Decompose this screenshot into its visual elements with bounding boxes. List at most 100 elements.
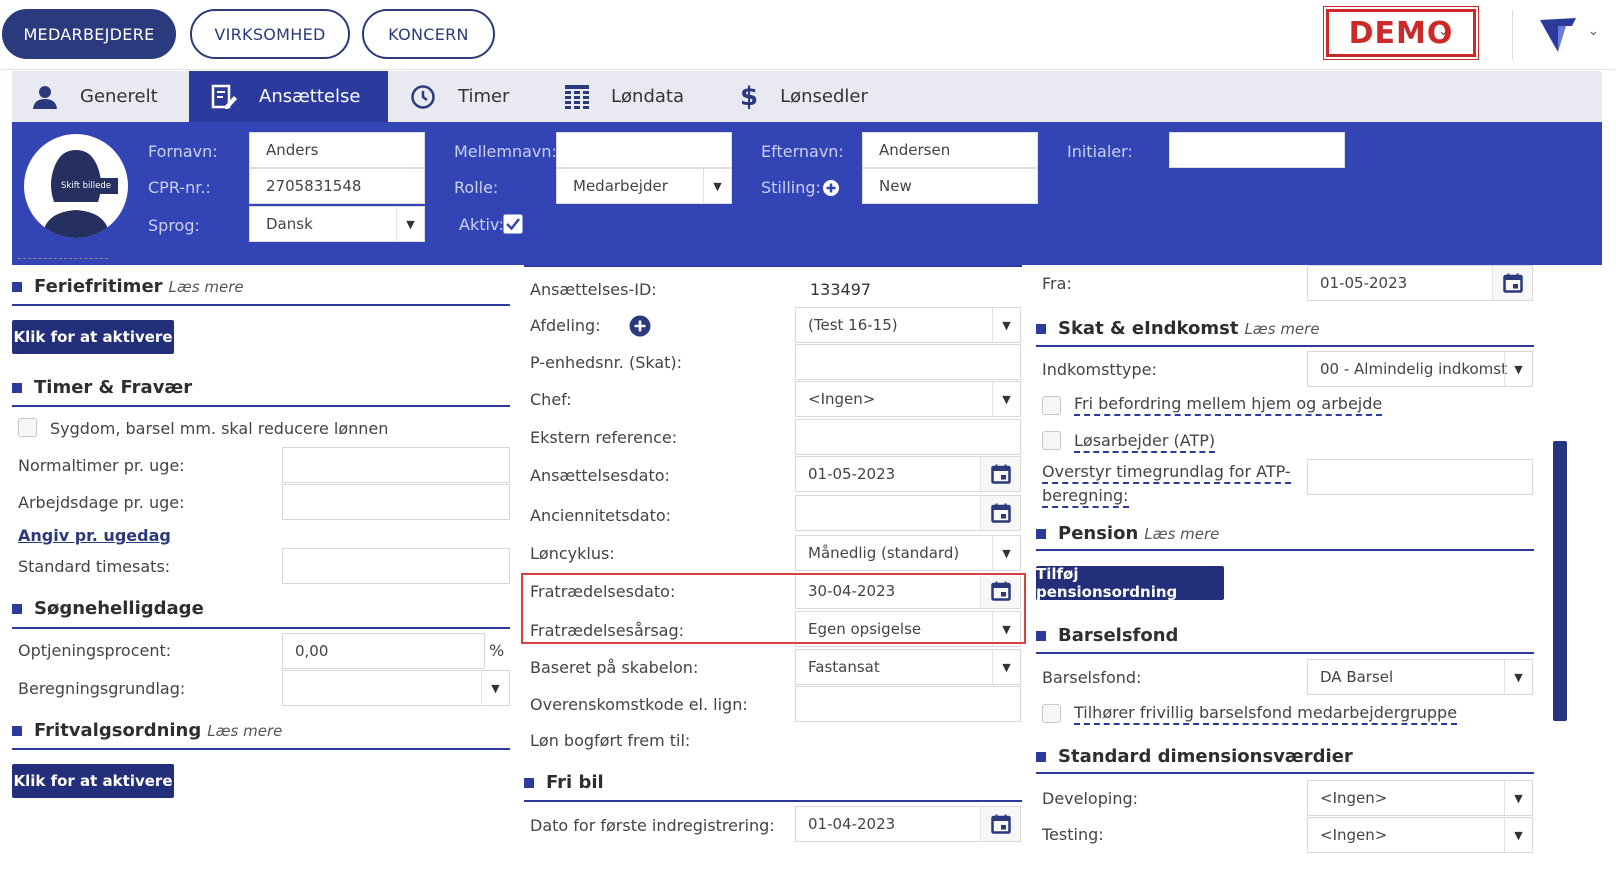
skabelon-select[interactable]: Fastansat ▼ xyxy=(795,649,1021,685)
activate-feriefritimer-button[interactable]: Klik for at aktivere xyxy=(12,320,174,354)
losarbejder-checkbox[interactable] xyxy=(1042,431,1061,450)
fri-befordring-label[interactable]: Fri befordring mellem hjem og arbejde xyxy=(1074,394,1383,416)
chevron-down-icon[interactable]: ▼ xyxy=(396,207,424,241)
chevron-down-icon[interactable]: ▼ xyxy=(1504,660,1532,694)
rolle-value: Medarbejder xyxy=(573,177,668,195)
tab-medarbejdere[interactable]: MEDARBEJDERE xyxy=(2,9,176,59)
skabelon-label: Baseret på skabelon: xyxy=(530,658,699,677)
chef-label: Chef: xyxy=(530,390,572,409)
afdeling-label: Afdeling: xyxy=(530,316,601,335)
developing-label: Developing: xyxy=(1042,789,1138,808)
optjening-label: Optjeningsprocent: xyxy=(18,641,172,660)
calendar-icon[interactable] xyxy=(980,807,1020,841)
loncyklus-select[interactable]: Månedlig (standard) ▼ xyxy=(795,535,1021,571)
chevron-down-icon[interactable]: ▼ xyxy=(992,650,1020,684)
overstyr-label-line2[interactable]: beregning: xyxy=(1042,486,1129,508)
mellemnavn-input[interactable] xyxy=(556,132,732,168)
chevron-down-icon[interactable]: ▼ xyxy=(703,169,731,203)
sygdom-checkbox[interactable] xyxy=(18,418,37,437)
cpr-input[interactable]: 2705831548 xyxy=(249,168,425,204)
arbejdsdage-input[interactable] xyxy=(282,484,510,520)
fribil-dato-input[interactable]: 01-04-2023 xyxy=(795,806,1021,842)
ansdato-input[interactable]: 01-05-2023 xyxy=(795,456,1021,492)
tilhorer-checkbox[interactable] xyxy=(1042,704,1061,723)
activate-fritvalg-button[interactable]: Klik for at aktivere xyxy=(12,764,174,798)
chevron-down-icon[interactable]: ▼ xyxy=(1504,781,1532,815)
skat-title: Skat & eIndkomst xyxy=(1058,318,1239,339)
chef-select[interactable]: <Ingen> ▼ xyxy=(795,381,1021,417)
barselsfond-value: DA Barsel xyxy=(1320,668,1394,686)
laes-mere-link[interactable]: Læs mere xyxy=(1144,525,1219,543)
fra-input[interactable]: 01-05-2023 xyxy=(1307,265,1533,301)
tab-generelt[interactable]: Generelt xyxy=(32,71,202,122)
ancdato-label: Anciennitetsdato: xyxy=(530,506,672,525)
optjening-input[interactable]: 0,00 xyxy=(282,633,485,669)
ancdato-input[interactable] xyxy=(795,495,1021,531)
calendar-icon[interactable] xyxy=(980,457,1020,491)
chevron-down-icon[interactable]: ▼ xyxy=(481,671,509,705)
laes-mere-link[interactable]: Læs mere xyxy=(169,278,244,296)
initialer-input[interactable] xyxy=(1169,132,1345,168)
penhed-input[interactable] xyxy=(795,344,1021,380)
rolle-select[interactable]: Medarbejder ▼ xyxy=(556,168,732,204)
tab-virksomhed[interactable]: VIRKSOMHED xyxy=(190,9,350,59)
section-marker xyxy=(12,604,22,614)
fra-value: 01-05-2023 xyxy=(1320,274,1408,292)
calendar-icon[interactable] xyxy=(1492,266,1532,300)
fornavn-input[interactable]: Anders xyxy=(249,132,425,168)
indkomst-select[interactable]: 00 - Almindelig indkomst ▼ xyxy=(1307,351,1533,387)
section-divider xyxy=(12,405,510,407)
ekstern-input[interactable] xyxy=(795,419,1021,455)
add-stilling-icon[interactable] xyxy=(822,179,840,197)
timesats-input[interactable] xyxy=(282,548,510,584)
normaltimer-input[interactable] xyxy=(282,447,510,483)
table-icon xyxy=(565,84,589,109)
laes-mere-link[interactable]: Læs mere xyxy=(1244,320,1319,338)
calendar-icon[interactable] xyxy=(980,496,1020,530)
company-logo-icon[interactable] xyxy=(1536,12,1580,56)
add-pension-button[interactable]: Tilføj pensionsordning xyxy=(1036,565,1224,601)
barselsfond-select[interactable]: DA Barsel ▼ xyxy=(1307,659,1533,695)
losarbejder-label[interactable]: Løsarbejder (ATP) xyxy=(1074,431,1216,453)
section-divider xyxy=(1036,652,1534,654)
stilling-input[interactable]: New xyxy=(862,168,1038,204)
chevron-down-icon[interactable]: ⌄ xyxy=(1438,24,1449,39)
demo-badge[interactable]: DEMO xyxy=(1323,6,1479,60)
afdeling-select[interactable]: (Test 16-15) ▼ xyxy=(795,307,1021,343)
add-afdeling-icon[interactable] xyxy=(629,315,651,337)
overstyr-label-line1[interactable]: Overstyr timegrundlag for ATP- xyxy=(1042,462,1291,484)
beregning-select[interactable]: ▼ xyxy=(282,670,510,706)
tab-timer[interactable]: Timer xyxy=(410,71,550,122)
change-photo-label[interactable]: Skift billede xyxy=(54,178,118,194)
scrollbar[interactable] xyxy=(1553,441,1567,721)
developing-select[interactable]: <Ingen> ▼ xyxy=(1307,780,1533,816)
chevron-down-icon[interactable]: ▼ xyxy=(992,308,1020,342)
overens-input[interactable] xyxy=(795,686,1021,722)
angiv-pr-ugedag-link[interactable]: Angiv pr. ugedag xyxy=(18,526,171,545)
barsel-title: Barselsfond xyxy=(1058,625,1179,646)
section-marker xyxy=(1036,631,1046,641)
fri-befordring-checkbox[interactable] xyxy=(1042,396,1061,415)
laes-mere-link[interactable]: Læs mere xyxy=(207,722,282,740)
fribil-title: Fri bil xyxy=(546,772,604,793)
chevron-down-icon[interactable]: ▼ xyxy=(1504,818,1532,852)
cpr-label: CPR-nr.: xyxy=(148,178,211,197)
tab-lonsedler[interactable]: $ Lønsedler xyxy=(740,71,900,122)
efternavn-input[interactable]: Andersen xyxy=(862,132,1038,168)
tilhorer-label[interactable]: Tilhører frivillig barselsfond medarbejd… xyxy=(1074,703,1458,725)
chevron-down-icon[interactable]: ▼ xyxy=(992,536,1020,570)
ansdato-label: Ansættelsesdato: xyxy=(530,466,670,485)
tab-londata[interactable]: Løndata xyxy=(565,71,725,122)
sprog-select[interactable]: Dansk ▼ xyxy=(249,206,425,242)
tab-label: Generelt xyxy=(80,86,158,107)
chevron-down-icon[interactable]: ⌄ xyxy=(1588,24,1599,39)
tab-ansaettelse[interactable]: Ansættelse xyxy=(189,71,388,122)
overstyr-input[interactable] xyxy=(1307,459,1533,495)
dimensions-heading: Standard dimensionsværdier xyxy=(1036,746,1353,767)
chevron-down-icon[interactable]: ▼ xyxy=(992,382,1020,416)
avatar[interactable]: Skift billede xyxy=(24,134,128,238)
aktiv-checkbox[interactable] xyxy=(503,214,523,234)
chevron-down-icon[interactable]: ▼ xyxy=(1504,352,1532,386)
testing-select[interactable]: <Ingen> ▼ xyxy=(1307,817,1533,853)
tab-koncern[interactable]: KONCERN xyxy=(362,9,495,59)
